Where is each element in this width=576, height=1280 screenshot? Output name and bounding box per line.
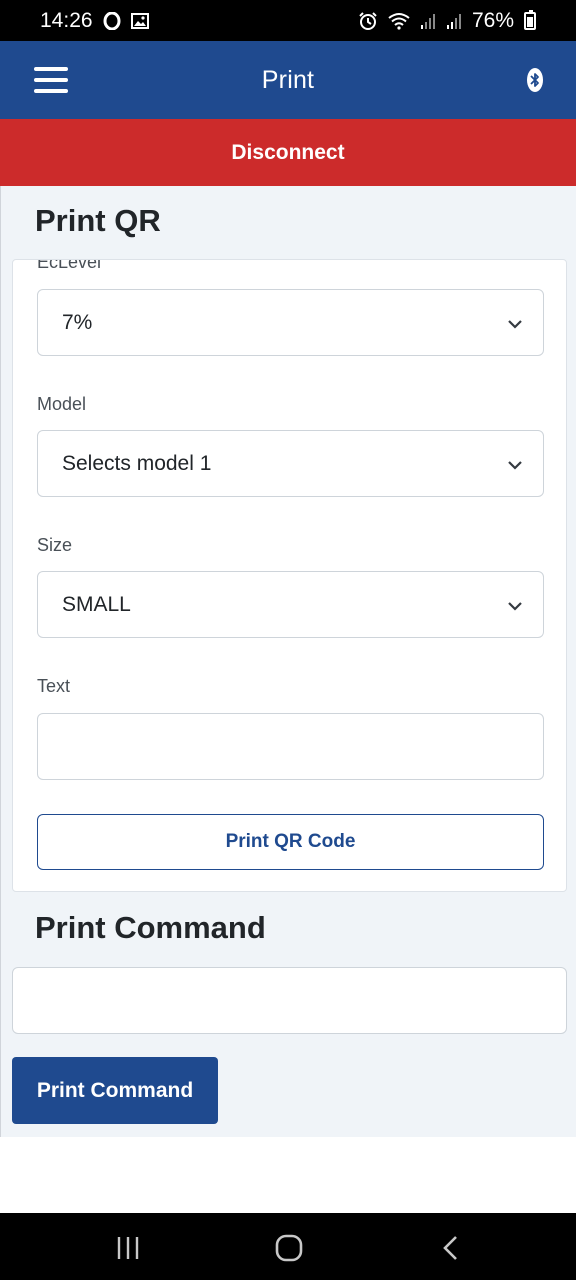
status-left: 14:26 — [40, 9, 149, 33]
eclevel-label: EcLevel — [37, 259, 102, 272]
battery-percent: 76% — [471, 8, 514, 32]
print-command-title: Print Command — [35, 910, 266, 945]
eclevel-select[interactable]: 7% — [37, 289, 544, 356]
status-time: 14:26 — [40, 8, 93, 32]
print-command-button[interactable]: Print Command — [12, 1057, 218, 1124]
home-icon[interactable] — [274, 1233, 304, 1263]
text-label: Text — [37, 676, 71, 696]
size-label: Size — [37, 535, 73, 555]
recent-apps-icon[interactable] — [114, 1233, 144, 1263]
print-qr-code-button[interactable]: Print QR Code — [37, 814, 544, 870]
disconnect-button[interactable]: Disconnect — [0, 119, 576, 186]
status-bar: 14:26 76% — [0, 0, 576, 41]
battery-icon — [524, 9, 536, 30]
page-title: Print — [261, 65, 315, 94]
menu-icon-line — [34, 67, 68, 71]
eclevel-value: 7% — [62, 310, 93, 334]
app-screen: 14:26 76% Print Disconnect Print QR EcLe… — [0, 0, 576, 1280]
wifi-icon — [388, 12, 410, 30]
bluetooth-icon[interactable] — [526, 67, 544, 93]
signal-icon-2 — [446, 12, 462, 30]
model-label: Model — [37, 394, 87, 414]
model-value: Selects model 1 — [62, 451, 212, 475]
print-qr-title: Print QR — [35, 203, 161, 238]
print-command-input[interactable] — [12, 967, 567, 1034]
main-content: Print QR EcLevel 7% Model Selects model … — [0, 186, 576, 1137]
menu-button[interactable] — [34, 67, 68, 93]
print-qr-card: EcLevel 7% Model Selects model 1 Size SM… — [12, 259, 567, 892]
status-right: 76% — [358, 9, 536, 33]
system-nav-bar — [0, 1213, 576, 1280]
qr-text-input[interactable] — [37, 713, 544, 780]
size-select[interactable]: SMALL — [37, 571, 544, 638]
chevron-down-icon — [508, 320, 522, 329]
menu-icon-line — [34, 78, 68, 82]
alarm-icon — [358, 11, 378, 31]
chevron-down-icon — [508, 461, 522, 470]
menu-icon-line — [34, 89, 68, 93]
back-icon[interactable] — [436, 1233, 466, 1263]
app-bar: Print — [0, 41, 576, 119]
size-value: SMALL — [62, 592, 131, 616]
model-select[interactable]: Selects model 1 — [37, 430, 544, 497]
chevron-down-icon — [508, 602, 522, 611]
opera-icon — [103, 11, 121, 30]
gallery-icon — [130, 12, 149, 29]
signal-icon — [420, 12, 436, 30]
